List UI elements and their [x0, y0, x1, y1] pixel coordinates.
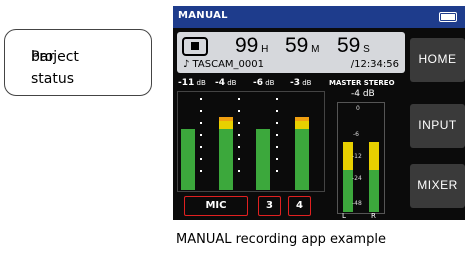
channel-button-4[interactable]: 4: [288, 196, 311, 216]
recorder-screen: MANUAL 99 H 59 M 59 S ♪ TASCAM_0001 /12:…: [173, 6, 465, 220]
meter-scale-dot: [200, 134, 202, 136]
meter-scale-dot: [200, 98, 202, 100]
remaining-time: /12:34:56: [350, 59, 399, 70]
meter-scale-dot: [200, 146, 202, 148]
master-meter: 0 -6 -12 -24 -48: [337, 102, 385, 214]
figure-caption: MANUAL recording app example: [176, 232, 386, 247]
ch2-level: -4 dB: [215, 78, 237, 88]
master-left-label: L: [342, 212, 346, 220]
callout-box: Project status bar: [4, 29, 152, 96]
channel-4-bar: [295, 117, 309, 190]
meter-scale-dot: [276, 134, 278, 136]
meter-scale-dot: [238, 146, 240, 148]
master-level: -4 dB: [351, 89, 375, 99]
meter-scale-dot: [276, 158, 278, 160]
input-button[interactable]: INPUT: [410, 104, 465, 148]
master-scale-48: -48: [352, 200, 362, 207]
ch4-level: -3 dB: [290, 78, 312, 88]
meter-scale-dot: [238, 98, 240, 100]
meter-scale-dot: [238, 170, 240, 172]
ch1-level: -11 dB: [178, 78, 206, 88]
channel-3-bar: [256, 129, 270, 190]
callout-line-2: bar: [31, 49, 55, 65]
time-hours: 99 H: [235, 34, 269, 57]
stop-icon: [182, 37, 208, 56]
channel-button-3[interactable]: 3: [258, 196, 281, 216]
meter-scale-dot: [238, 110, 240, 112]
master-scale-12: -12: [352, 153, 362, 160]
meter-scale-dot: [200, 170, 202, 172]
master-scale-24: -24: [352, 175, 362, 182]
master-right-bar: [369, 142, 379, 212]
meter-scale-dot: [276, 170, 278, 172]
channel-meters: [177, 91, 325, 192]
meter-scale-dot: [200, 122, 202, 124]
title-bar: MANUAL: [173, 6, 465, 28]
master-stereo-title: MASTER STEREO: [329, 79, 395, 87]
meter-scale-dot: [276, 98, 278, 100]
app-title: MANUAL: [178, 10, 228, 21]
meter-scale-dot: [200, 158, 202, 160]
meter-scale-dot: [276, 110, 278, 112]
project-status-bar: 99 H 59 M 59 S ♪ TASCAM_0001 /12:34:56: [177, 32, 405, 73]
file-name: ♪ TASCAM_0001: [183, 59, 264, 70]
meter-scale-dot: [238, 122, 240, 124]
mixer-button[interactable]: MIXER: [410, 164, 465, 208]
meter-scale-dot: [276, 146, 278, 148]
home-button[interactable]: HOME: [410, 38, 465, 82]
master-scale-6: -6: [353, 131, 359, 138]
ch3-level: -6 dB: [253, 78, 275, 88]
meter-scale-dot: [238, 134, 240, 136]
time-seconds: 59 S: [337, 34, 370, 57]
master-scale-0: 0: [356, 105, 360, 112]
battery-icon: [439, 12, 457, 22]
time-minutes: 59 M: [285, 34, 320, 57]
channel-button-mic[interactable]: MIC: [184, 196, 248, 216]
meter-scale-dot: [276, 122, 278, 124]
meter-scale-dot: [238, 158, 240, 160]
master-right-label: R: [371, 212, 376, 220]
meter-scale-dot: [200, 110, 202, 112]
channel-2-bar: [219, 117, 233, 190]
channel-1-bar: [181, 129, 195, 190]
